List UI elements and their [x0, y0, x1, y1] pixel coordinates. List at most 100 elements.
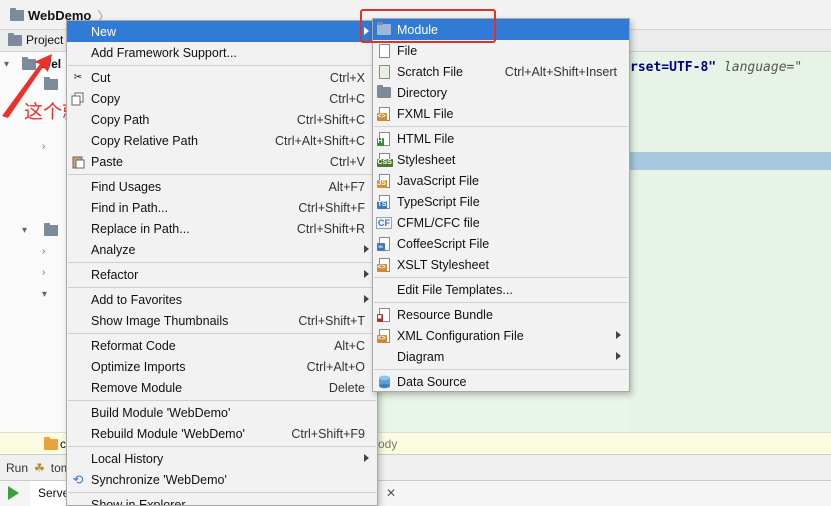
- menu-item-shortcut: Delete: [328, 380, 365, 395]
- menu-item-label: New: [91, 24, 117, 39]
- new-submenu: Module File Scratch File Ctrl+Alt+Shift+…: [372, 18, 630, 392]
- submenu-item-xml-configuration-file[interactable]: <> XML Configuration File: [373, 325, 629, 346]
- submenu-arrow-icon: [364, 245, 369, 253]
- menu-item-copy[interactable]: Copy Ctrl+C: [67, 88, 377, 109]
- menu-item-show-in-explorer[interactable]: Show in Explorer: [67, 494, 377, 506]
- menu-separator: [68, 400, 376, 401]
- menu-item-label: Show Image Thumbnails: [91, 313, 229, 328]
- project-tool-tab[interactable]: Project: [8, 32, 63, 47]
- submenu-item-xslt-stylesheet[interactable]: <> XSLT Stylesheet: [373, 254, 629, 275]
- menu-item-label: Stylesheet: [397, 152, 456, 167]
- close-icon[interactable]: ✕: [386, 486, 396, 500]
- menu-item-add-framework-support[interactable]: Add Framework Support...: [67, 42, 377, 63]
- menu-item-build-module[interactable]: Build Module 'WebDemo': [67, 402, 377, 423]
- submenu-item-data-source[interactable]: Data Source: [373, 371, 629, 392]
- submenu-item-directory[interactable]: Directory: [373, 82, 629, 103]
- js-file-icon: JS: [376, 173, 392, 188]
- submenu-item-fxml-file[interactable]: <> FXML File: [373, 103, 629, 124]
- menu-item-label: Copy Relative Path: [91, 133, 199, 148]
- submenu-item-typescript-file[interactable]: TS TypeScript File: [373, 191, 629, 212]
- menu-item-label: Find Usages: [91, 179, 162, 194]
- submenu-item-coffeescript-file[interactable]: ☕ CoffeeScript File: [373, 233, 629, 254]
- menu-separator: [374, 302, 628, 303]
- menu-item-label: Paste: [91, 154, 123, 169]
- menu-item-optimize-imports[interactable]: Optimize Imports Ctrl+Alt+O: [67, 356, 377, 377]
- menu-item-label: Optimize Imports: [91, 359, 186, 374]
- menu-item-shortcut: Ctrl+Shift+R: [296, 221, 365, 236]
- editor-line-highlight: [630, 152, 831, 170]
- menu-item-reformat-code[interactable]: Reformat Code Alt+C: [67, 335, 377, 356]
- expand-arrow-icon[interactable]: ›: [42, 267, 45, 278]
- submenu-item-resource-bundle[interactable]: ■ Resource Bundle: [373, 304, 629, 325]
- menu-item-copy-relative-path[interactable]: Copy Relative Path Ctrl+Alt+Shift+C: [67, 130, 377, 151]
- menu-item-analyze[interactable]: Analyze: [67, 239, 377, 260]
- paste-icon: [70, 154, 86, 169]
- expand-arrow-icon[interactable]: ›: [42, 246, 45, 257]
- expand-arrow-icon[interactable]: ›: [42, 141, 45, 152]
- menu-item-show-image-thumbnails[interactable]: Show Image Thumbnails Ctrl+Shift+T: [67, 310, 377, 331]
- submenu-item-scratch-file[interactable]: Scratch File Ctrl+Alt+Shift+Insert: [373, 61, 629, 82]
- menu-item-remove-module[interactable]: Remove Module Delete: [67, 377, 377, 398]
- menu-separator: [374, 126, 628, 127]
- menu-item-find-usages[interactable]: Find Usages Alt+F7: [67, 176, 377, 197]
- css-file-icon: CSS: [376, 152, 393, 167]
- menu-item-label: Reformat Code: [91, 338, 176, 353]
- menu-item-rebuild-module[interactable]: Rebuild Module 'WebDemo' Ctrl+Shift+F9: [67, 423, 377, 444]
- sync-icon: ⟲: [72, 471, 84, 487]
- menu-item-find-in-path[interactable]: Find in Path... Ctrl+Shift+F: [67, 197, 377, 218]
- submenu-arrow-icon: [364, 295, 369, 303]
- menu-item-copy-path[interactable]: Copy Path Ctrl+Shift+C: [67, 109, 377, 130]
- collapse-arrow-icon[interactable]: ▾: [22, 225, 27, 236]
- submenu-arrow-icon: [616, 352, 621, 360]
- submenu-item-cfml-file[interactable]: CF CFML/CFC file: [373, 212, 629, 233]
- menu-item-label: Edit File Templates...: [397, 282, 513, 297]
- scissors-icon: ✂: [73, 72, 83, 83]
- tree-row[interactable]: ▾: [0, 220, 66, 240]
- run-label[interactable]: Run: [6, 461, 28, 475]
- submenu-item-edit-file-templates[interactable]: Edit File Templates...: [373, 279, 629, 300]
- resource-bundle-icon: ■: [376, 307, 392, 322]
- tree-row[interactable]: ›: [0, 136, 66, 156]
- menu-item-cut[interactable]: ✂ Cut Ctrl+X: [67, 67, 377, 88]
- collapse-arrow-icon[interactable]: ▾: [42, 289, 47, 300]
- submenu-item-diagram[interactable]: Diagram: [373, 346, 629, 367]
- menu-separator: [68, 65, 376, 66]
- tree-row[interactable]: ›: [0, 262, 66, 282]
- menu-separator: [374, 369, 628, 370]
- menu-item-local-history[interactable]: Local History: [67, 448, 377, 469]
- tree-row[interactable]: ▾: [0, 284, 66, 304]
- tomcat-icon: ☘: [34, 461, 45, 475]
- menu-item-synchronize[interactable]: ⟲ Synchronize 'WebDemo': [67, 469, 377, 490]
- menu-item-label: TypeScript File: [397, 194, 480, 209]
- menu-separator: [68, 446, 376, 447]
- menu-item-shortcut: Ctrl+Shift+T: [298, 313, 365, 328]
- menu-item-replace-in-path[interactable]: Replace in Path... Ctrl+Shift+R: [67, 218, 377, 239]
- menu-item-new[interactable]: New: [67, 21, 377, 42]
- xslt-file-icon: <>: [376, 257, 392, 272]
- menu-item-refactor[interactable]: Refactor: [67, 264, 377, 285]
- submenu-item-stylesheet[interactable]: CSS Stylesheet: [373, 149, 629, 170]
- menu-item-label: JavaScript File: [397, 173, 479, 188]
- submenu-item-html-file[interactable]: H HTML File: [373, 128, 629, 149]
- tree-row[interactable]: ›: [0, 241, 66, 261]
- menu-separator: [68, 492, 376, 493]
- menu-item-label: Cut: [91, 70, 111, 85]
- submenu-item-javascript-file[interactable]: JS JavaScript File: [373, 170, 629, 191]
- directory-icon: [376, 85, 392, 100]
- menu-separator: [68, 287, 376, 288]
- menu-item-add-to-favorites[interactable]: Add to Favorites: [67, 289, 377, 310]
- menu-item-label: Analyze: [91, 242, 136, 257]
- submenu-item-file[interactable]: File: [373, 40, 629, 61]
- run-play-icon[interactable]: [8, 486, 19, 500]
- code-editor[interactable]: rset=UTF-8" language=": [630, 52, 831, 452]
- body-tag-label: ody: [378, 437, 398, 451]
- menu-item-label: Directory: [397, 85, 448, 100]
- menu-separator: [68, 333, 376, 334]
- menu-item-label: File: [397, 43, 418, 58]
- cf-file-icon: CF: [376, 216, 392, 229]
- menu-item-paste[interactable]: Paste Ctrl+V: [67, 151, 377, 172]
- server-tab-label: Serve: [38, 486, 70, 500]
- menu-item-shortcut: Ctrl+Shift+F: [298, 200, 365, 215]
- menu-item-label: FXML File: [397, 106, 454, 121]
- menu-item-shortcut: Ctrl+Alt+Shift+Insert: [504, 64, 617, 79]
